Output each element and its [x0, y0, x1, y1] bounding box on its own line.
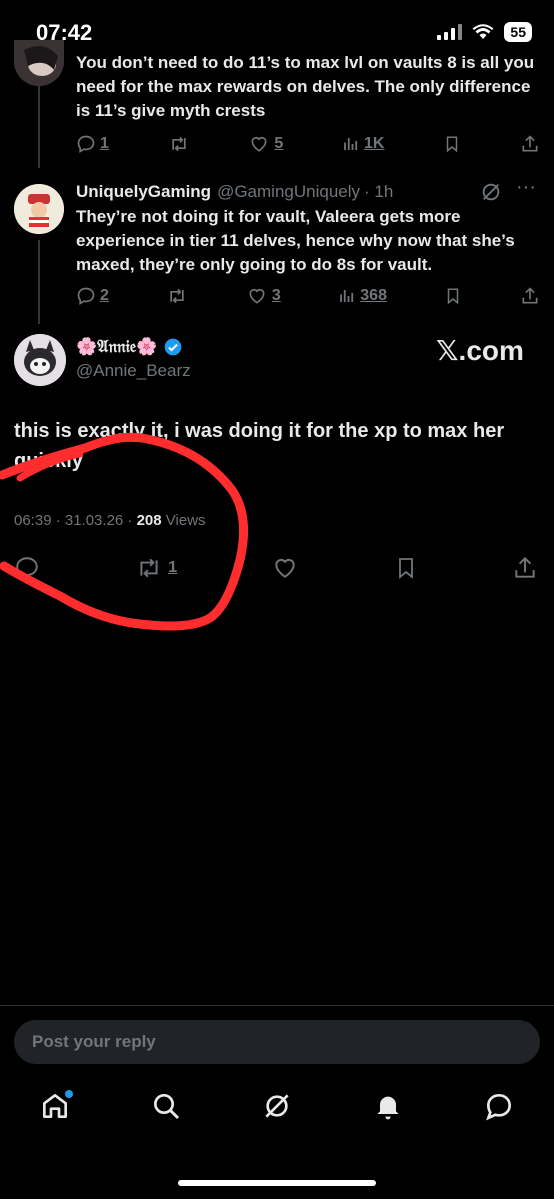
- author-row: 🌸𝔄𝔫𝔫𝔦𝔢🌸: [76, 337, 183, 357]
- author-name[interactable]: UniquelyGaming: [76, 182, 211, 202]
- retweet-button[interactable]: [166, 286, 188, 306]
- x-watermark: 𝕏.com: [436, 335, 524, 366]
- status-icons: 55: [437, 22, 532, 42]
- retweet-button[interactable]: [168, 134, 190, 154]
- share-button[interactable]: [512, 555, 538, 581]
- grok-icon: [265, 1094, 289, 1118]
- reply-button[interactable]: 2: [76, 286, 109, 306]
- bookmark-icon: [446, 136, 458, 153]
- heart-icon: [275, 558, 296, 578]
- bookmark-icon: [448, 288, 459, 305]
- reply-button[interactable]: 1: [76, 134, 109, 154]
- retweet-icon: [170, 288, 185, 304]
- like-button[interactable]: [271, 555, 299, 581]
- reply-input[interactable]: Post your reply: [14, 1020, 540, 1064]
- heart-icon: [251, 136, 267, 152]
- grok-icon[interactable]: [480, 181, 502, 203]
- heart-icon: [249, 288, 265, 304]
- bookmark-button[interactable]: [394, 555, 418, 581]
- like-button[interactable]: 3: [246, 286, 281, 306]
- share-icon: [522, 287, 538, 304]
- views-count: 1K: [364, 135, 385, 152]
- share-button[interactable]: [520, 134, 540, 154]
- author-handle[interactable]: @GamingUniquely: [217, 182, 360, 202]
- views-count: 368: [360, 287, 387, 304]
- reply-actions: 2 3 368: [76, 286, 540, 306]
- share-icon: [522, 135, 538, 152]
- nav-grok[interactable]: [261, 1090, 293, 1122]
- reply-header: UniquelyGaming @GamingUniquely · 1h ···: [76, 176, 546, 203]
- views-icon: [340, 290, 354, 302]
- reply-text: You don’t need to do 11’s to max lvl on …: [76, 53, 535, 120]
- reply-count: 1: [100, 135, 109, 152]
- divider: [0, 1005, 554, 1006]
- red-scribble-annotation: [0, 432, 249, 631]
- views-button[interactable]: 1K: [342, 135, 384, 153]
- comment-icon: [77, 135, 95, 153]
- battery-icon: 55: [504, 22, 532, 42]
- share-icon: [515, 556, 535, 578]
- comment-icon: [77, 287, 95, 305]
- views-icon: [344, 138, 358, 150]
- verified-badge-icon: [165, 338, 182, 356]
- retweet-icon: [171, 136, 186, 152]
- thread-line: [38, 240, 40, 324]
- notification-dot: [65, 1090, 74, 1098]
- reply-actions: 1 5 1K: [76, 134, 540, 154]
- avatar[interactable]: [14, 334, 66, 386]
- like-count: 5: [274, 135, 284, 152]
- post-time: · 1h: [364, 182, 394, 201]
- signal-icon: [437, 24, 463, 40]
- author-name[interactable]: 🌸𝔄𝔫𝔫𝔦𝔢🌸: [76, 337, 157, 357]
- search-icon: [154, 1094, 180, 1120]
- views-button[interactable]: 368: [338, 287, 387, 305]
- author-handle[interactable]: @Annie_Bearz: [76, 361, 191, 381]
- reply-text: They’re not doing it for vault, Valeera …: [76, 207, 515, 274]
- more-icon[interactable]: ···: [516, 176, 536, 199]
- bottom-nav: [0, 1090, 554, 1122]
- like-count: 3: [271, 287, 281, 304]
- notifications-icon: [377, 1096, 399, 1120]
- nav-messages[interactable]: [483, 1090, 515, 1122]
- avatar[interactable]: [14, 40, 64, 86]
- share-button[interactable]: [520, 286, 540, 306]
- reply-count: 2: [100, 287, 109, 304]
- bookmark-button[interactable]: [443, 134, 461, 154]
- wifi-icon: [472, 24, 494, 39]
- nav-home[interactable]: [39, 1090, 74, 1122]
- like-button[interactable]: 5: [248, 134, 283, 154]
- bookmark-button[interactable]: [444, 286, 462, 306]
- home-indicator[interactable]: [178, 1180, 376, 1186]
- nav-search[interactable]: [150, 1090, 182, 1122]
- avatar[interactable]: [14, 184, 64, 234]
- messages-icon: [485, 1093, 511, 1121]
- thread-line: [38, 86, 40, 168]
- bookmark-icon: [398, 558, 413, 579]
- nav-notifications[interactable]: [372, 1090, 404, 1122]
